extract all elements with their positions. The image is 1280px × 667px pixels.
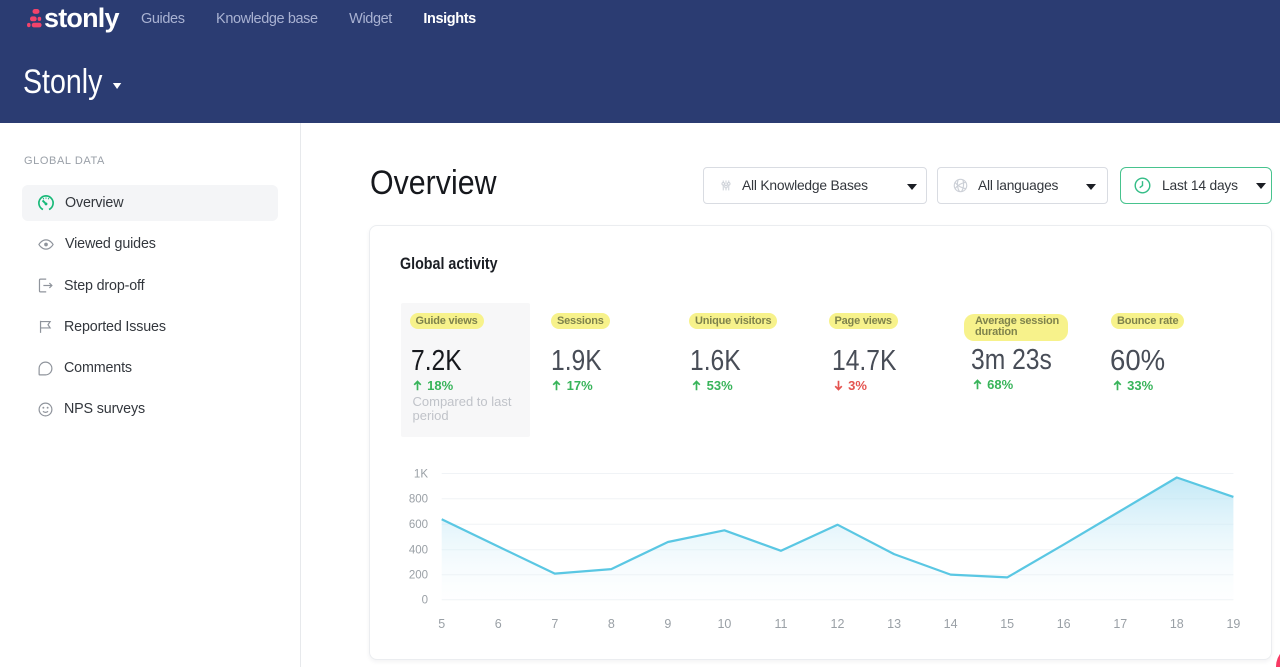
svg-text:1K: 1K [414, 469, 428, 481]
svg-text:7: 7 [551, 617, 558, 631]
svg-text:8: 8 [608, 617, 615, 631]
svg-text:13: 13 [887, 617, 901, 631]
svg-text:17: 17 [1113, 617, 1127, 631]
svg-text:16: 16 [1057, 617, 1071, 631]
svg-text:12: 12 [831, 617, 845, 631]
svg-text:10: 10 [717, 617, 731, 631]
svg-text:6: 6 [495, 617, 502, 631]
svg-text:15: 15 [1000, 617, 1014, 631]
svg-text:19: 19 [1226, 617, 1240, 631]
svg-text:400: 400 [409, 545, 428, 557]
svg-text:14: 14 [944, 617, 958, 631]
svg-text:5: 5 [438, 617, 445, 631]
svg-text:11: 11 [775, 617, 788, 631]
svg-text:800: 800 [409, 494, 428, 506]
svg-text:18: 18 [1170, 617, 1184, 631]
svg-text:600: 600 [409, 519, 428, 531]
svg-text:0: 0 [422, 595, 428, 607]
svg-text:200: 200 [409, 570, 428, 582]
svg-text:9: 9 [664, 617, 671, 631]
